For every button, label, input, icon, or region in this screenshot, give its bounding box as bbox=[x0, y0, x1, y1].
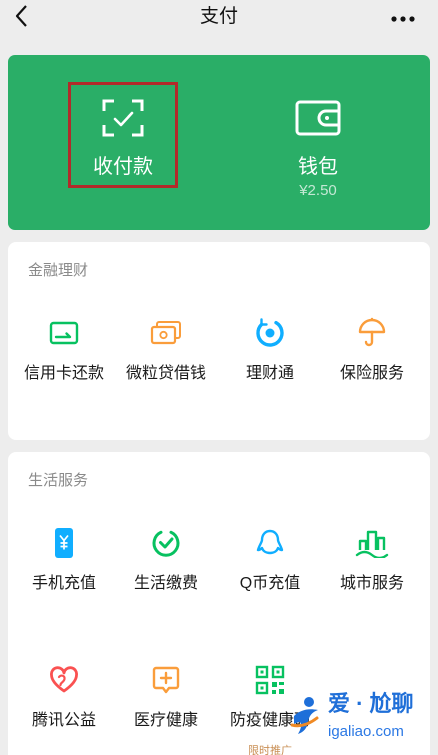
charity-heart-icon bbox=[9, 663, 119, 697]
service-label: 理财通 bbox=[245, 365, 294, 382]
service-insurance[interactable]: 保险服务 bbox=[317, 316, 427, 388]
health-qr-code-icon bbox=[215, 663, 325, 697]
wallet-button[interactable]: 钱包 ¥2.50 bbox=[263, 82, 373, 204]
top-bar: 支付 bbox=[0, 0, 438, 40]
service-label: 医疗健康 bbox=[133, 712, 198, 729]
wallet-label: 钱包 bbox=[298, 156, 338, 178]
promo-tag: 限时推广 bbox=[248, 745, 292, 755]
service-mobile-topup[interactable]: 手机充值 bbox=[9, 526, 119, 598]
finance-section: 金融理财 信用卡还款 微粒贷借钱 理财通 保险服务 bbox=[8, 242, 430, 440]
section-title: 金融理财 bbox=[28, 262, 89, 279]
service-label: 生活缴费 bbox=[133, 575, 198, 592]
service-label: 信用卡还款 bbox=[23, 365, 104, 382]
receive-pay-label: 收付款 bbox=[93, 156, 153, 178]
service-health-code[interactable]: 防疫健康码 限时推广 bbox=[215, 663, 325, 755]
service-city[interactable]: 城市服务 bbox=[317, 526, 427, 598]
credit-card-repay-icon bbox=[9, 316, 119, 350]
service-label: 腾讯公益 bbox=[31, 712, 96, 729]
service-utility-payment[interactable]: 生活缴费 bbox=[111, 526, 221, 598]
city-buildings-icon bbox=[317, 526, 427, 560]
service-tencent-charity[interactable]: 腾讯公益 bbox=[9, 663, 119, 735]
section-title: 生活服务 bbox=[28, 472, 89, 489]
insurance-umbrella-icon bbox=[317, 316, 427, 350]
service-medical-health[interactable]: 医疗健康 bbox=[111, 663, 221, 735]
medical-plus-icon bbox=[111, 663, 221, 697]
utility-payment-icon bbox=[111, 526, 221, 560]
service-label: 微粒贷借钱 bbox=[125, 365, 206, 382]
page-title: 支付 bbox=[199, 6, 238, 27]
service-label: 手机充值 bbox=[31, 575, 96, 592]
receive-pay-button[interactable]: 收付款 bbox=[68, 82, 178, 188]
service-qcoin-topup[interactable]: Q币充值 bbox=[215, 526, 325, 598]
wallet-icon bbox=[263, 100, 373, 136]
service-label: 城市服务 bbox=[339, 575, 404, 592]
wallet-balance: ¥2.50 bbox=[299, 182, 337, 199]
life-services-section: 生活服务 手机充值 生活缴费 Q币充值 城市服务 腾讯公益 医疗健康 防疫健康码… bbox=[8, 452, 430, 755]
service-licaitong[interactable]: 理财通 bbox=[215, 316, 325, 388]
mobile-topup-icon bbox=[9, 526, 119, 560]
more-button[interactable] bbox=[388, 8, 418, 28]
service-label: 保险服务 bbox=[339, 365, 404, 382]
service-label: Q币充值 bbox=[239, 575, 301, 592]
service-credit-card-repay[interactable]: 信用卡还款 bbox=[9, 316, 119, 388]
chevron-left-icon bbox=[14, 4, 28, 33]
wealth-management-icon bbox=[215, 316, 325, 350]
qq-penguin-icon bbox=[215, 526, 325, 560]
pay-hero-card: 收付款 钱包 ¥2.50 bbox=[8, 55, 430, 230]
loan-banknote-icon bbox=[111, 316, 221, 350]
more-dots-icon bbox=[391, 9, 415, 27]
back-button[interactable] bbox=[10, 4, 32, 33]
service-weilidai-loan[interactable]: 微粒贷借钱 bbox=[111, 316, 221, 388]
service-label: 防疫健康码 bbox=[229, 712, 310, 729]
scan-pay-icon bbox=[68, 98, 178, 138]
